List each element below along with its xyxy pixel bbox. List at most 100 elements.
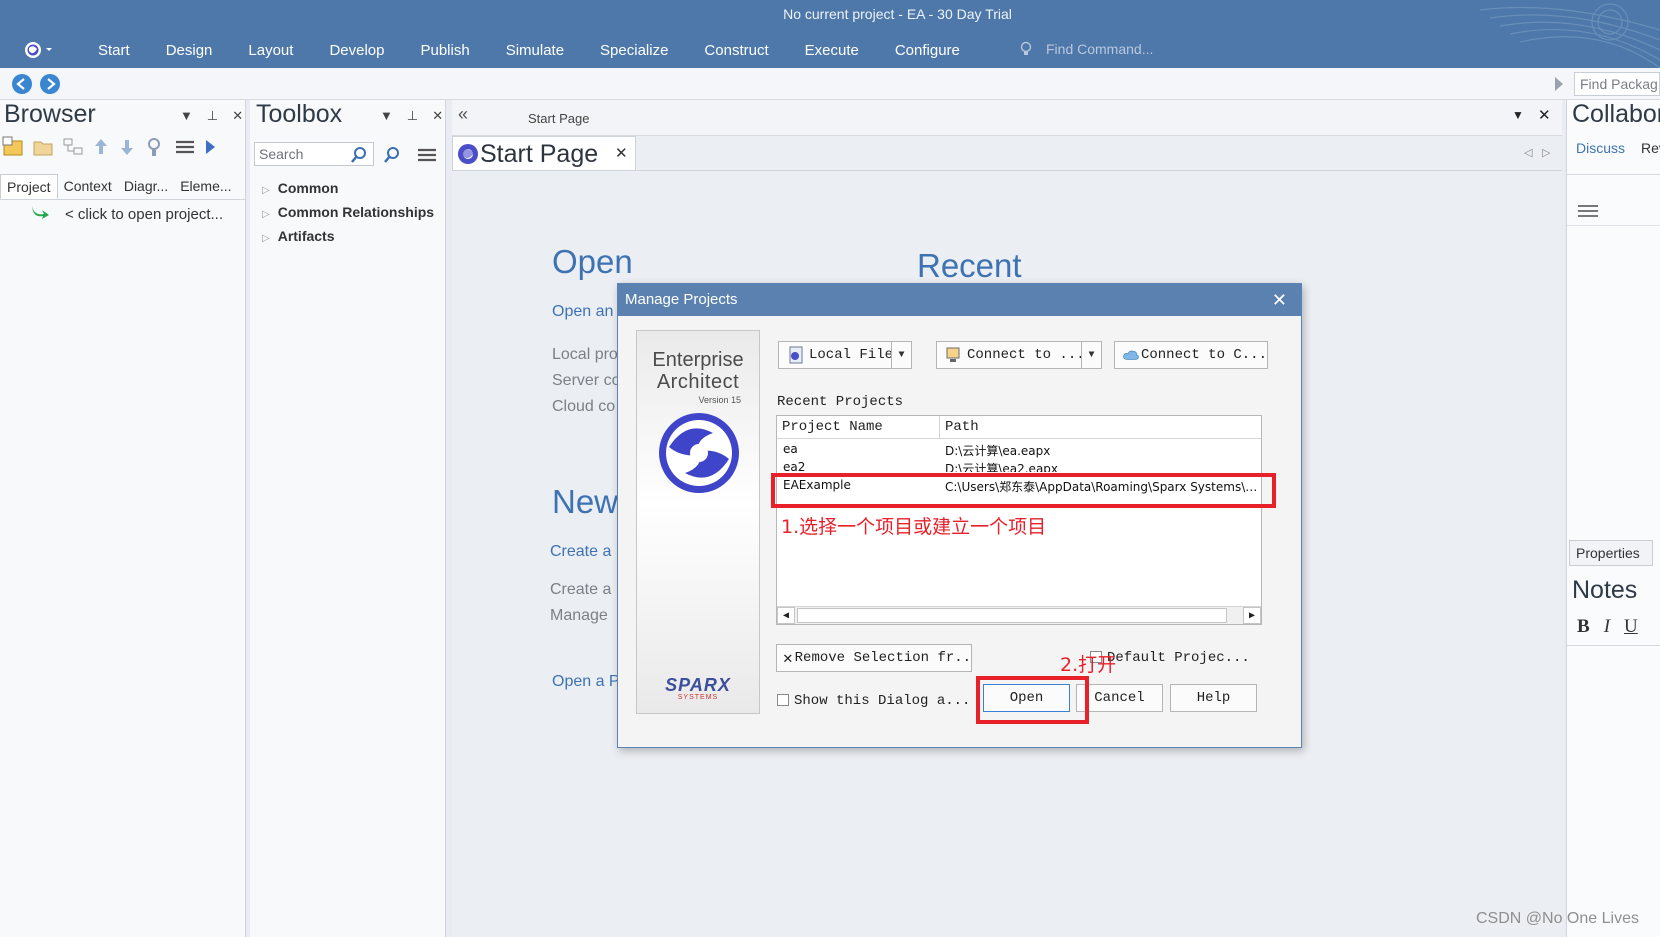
open-local-item[interactable]: Local pro	[552, 346, 618, 364]
open-heading: Open	[552, 243, 633, 280]
italic-button[interactable]: I	[1604, 616, 1610, 638]
x-icon: ✕	[783, 650, 793, 668]
pin-icon[interactable]: ⊥	[407, 108, 418, 124]
open-a-link[interactable]: Open a P	[552, 673, 620, 691]
forward-icon[interactable]	[40, 74, 60, 94]
recent-heading[interactable]: Recent	[917, 247, 1022, 285]
create-item[interactable]: Create a	[550, 581, 611, 599]
connect-server-button[interactable]: Connect to ... ▼	[936, 341, 1102, 369]
notes-format-toolbar: B I U	[1577, 616, 1638, 638]
open-arrow-icon	[32, 206, 49, 219]
lightbulb-icon	[1020, 41, 1032, 55]
expand-arrow-icon[interactable]	[1554, 76, 1564, 92]
more-arrow-icon[interactable]	[204, 136, 216, 158]
tab-discuss[interactable]: Discuss	[1576, 140, 1625, 156]
menu-configure[interactable]: Configure	[877, 41, 978, 61]
dropdown-icon[interactable]: ▼	[380, 108, 393, 124]
open-link[interactable]: Open an	[552, 303, 613, 321]
move-up-icon[interactable]	[92, 136, 110, 158]
expand-icon: ▷	[262, 233, 270, 244]
dropdown-icon[interactable]: ▼	[1512, 108, 1524, 122]
annotation-step2: 2.打开	[1060, 654, 1117, 676]
tab-review[interactable]: Rev	[1641, 140, 1660, 156]
create-link[interactable]: Create a	[550, 543, 611, 561]
pin-icon[interactable]: ⊥	[207, 108, 218, 124]
menu-icon[interactable]	[1577, 204, 1599, 218]
app-menu-icon[interactable]	[22, 40, 56, 60]
menu-construct[interactable]: Construct	[686, 41, 786, 61]
scroll-right-icon[interactable]: ▷	[1542, 146, 1550, 159]
find-command[interactable]: Find Command...	[1020, 41, 1153, 57]
move-down-icon[interactable]	[118, 136, 136, 158]
close-icon[interactable]: ✕	[232, 108, 243, 124]
scroll-left-icon[interactable]: ◀	[777, 607, 795, 624]
collapse-icon[interactable]: «	[458, 104, 468, 125]
search-icon[interactable]	[350, 146, 368, 164]
menu-design[interactable]: Design	[148, 41, 231, 61]
menu-specialize[interactable]: Specialize	[582, 41, 686, 61]
underline-button[interactable]: U	[1624, 616, 1638, 638]
find-toolbox-icon[interactable]	[382, 146, 402, 164]
menu-execute[interactable]: Execute	[787, 41, 877, 61]
diagram-icon[interactable]	[62, 136, 84, 158]
menu-layout[interactable]: Layout	[230, 41, 311, 61]
manage-item[interactable]: Manage	[550, 607, 608, 625]
folder-icon[interactable]	[32, 136, 54, 158]
locate-icon[interactable]	[144, 136, 166, 158]
table-row[interactable]: ea2 D:\云计算\ea2.eapx	[777, 460, 1261, 472]
cancel-button[interactable]: Cancel	[1076, 684, 1163, 712]
dialog-title: Manage Projects	[625, 291, 738, 308]
find-package-input[interactable]: Find Packag	[1574, 72, 1660, 96]
ea-logo-icon	[659, 413, 739, 493]
tab-start-page[interactable]: Start Page ✕	[452, 136, 636, 170]
show-dialog-checkbox[interactable]: Show this Dialog a...	[777, 693, 970, 709]
toolbox-pane-controls: ▼ ⊥ ✕	[380, 108, 443, 124]
expand-icon: ▷	[262, 185, 270, 196]
scroll-right-icon[interactable]: ▶	[1243, 607, 1261, 624]
dialog-close-icon[interactable]: ✕	[1272, 284, 1287, 316]
menu-develop[interactable]: Develop	[311, 41, 402, 61]
local-file-button[interactable]: Local File ▼	[778, 341, 912, 369]
ribbon-bar: No current project - EA - 30 Day Trial S…	[0, 0, 1660, 68]
sparx-systems-text: SYSTEMS	[677, 694, 719, 701]
scroll-left-icon[interactable]: ◁	[1524, 146, 1532, 159]
help-button[interactable]: Help	[1170, 684, 1257, 712]
toolbox-group-common[interactable]: ▷ Common	[262, 180, 338, 196]
open-cloud-item[interactable]: Cloud co	[552, 398, 615, 416]
table-row[interactable]: ea D:\云计算\ea.eapx	[777, 442, 1261, 460]
splash-version: Version 15	[698, 395, 741, 405]
menu-start[interactable]: Start	[80, 41, 148, 61]
bold-button[interactable]: B	[1577, 616, 1590, 638]
tab-diagram[interactable]: Diagr...	[118, 174, 174, 199]
close-icon[interactable]: ✕	[432, 108, 443, 124]
menu-icon[interactable]	[416, 146, 438, 164]
horizontal-scrollbar[interactable]: ◀ ▶	[777, 606, 1261, 624]
remove-selection-button[interactable]: ✕ Remove Selection fr...	[776, 644, 972, 672]
ea-splash-image: Enterprise Architect Version 15 SPARX SY…	[636, 330, 760, 714]
open-server-item[interactable]: Server co	[552, 372, 620, 390]
chevron-down-icon[interactable]: ▼	[891, 342, 911, 368]
connect-cloud-button[interactable]: Connect to C...	[1114, 341, 1268, 369]
cloud-icon	[1123, 350, 1139, 360]
new-package-icon[interactable]	[2, 136, 24, 158]
toolbox-panel: Toolbox ▼ ⊥ ✕ Search ▷ Common ▷ Common Rel…	[250, 100, 446, 937]
toolbox-group-common-relationships[interactable]: ▷ Common Relationships	[262, 204, 434, 220]
tab-context[interactable]: Context	[58, 174, 118, 199]
scroll-thumb[interactable]	[797, 608, 1227, 623]
open-project-link[interactable]: < click to open project...	[65, 206, 223, 223]
toolbox-group-artifacts[interactable]: ▷ Artifacts	[262, 228, 335, 244]
close-icon[interactable]: ✕	[1538, 106, 1551, 124]
tab-project[interactable]: Project	[0, 174, 58, 199]
back-icon[interactable]	[12, 74, 32, 94]
menu-icon[interactable]	[174, 136, 196, 158]
menu-publish[interactable]: Publish	[402, 41, 487, 61]
tab-properties[interactable]: Properties	[1569, 540, 1653, 566]
column-project-name[interactable]: Project Name	[777, 416, 940, 438]
checkbox-icon	[777, 694, 789, 707]
tab-element[interactable]: Eleme...	[174, 174, 237, 199]
chevron-down-icon[interactable]: ▼	[1081, 342, 1101, 368]
menu-simulate[interactable]: Simulate	[488, 41, 582, 61]
dropdown-icon[interactable]: ▼	[180, 108, 193, 124]
column-path[interactable]: Path	[940, 416, 1261, 438]
close-tab-icon[interactable]: ✕	[615, 144, 628, 162]
